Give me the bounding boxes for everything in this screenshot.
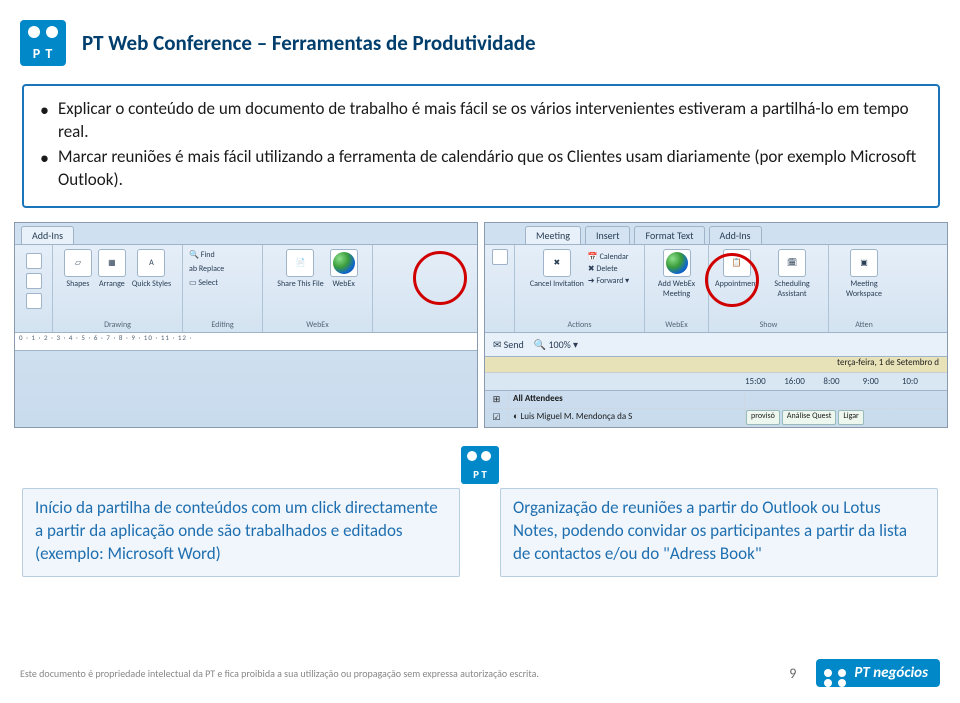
callout-left: Início da partilha de conteúdos com um c… (22, 488, 460, 577)
info-bullet: Marcar reuniões é mais fácil utilizando … (40, 146, 922, 192)
pt-logo-icon (20, 20, 66, 66)
webex-globe-icon (663, 249, 691, 277)
appointment-icon: 📋 (723, 249, 751, 277)
add-webex-button: Add WebEx Meeting (651, 249, 702, 299)
share-file-button: 📄Share This File (277, 249, 323, 289)
generic-icon (26, 293, 42, 309)
quickstyles-button: AQuick Styles (132, 249, 171, 289)
webex-button: WebEx (330, 249, 358, 289)
delete-item: ✖ Delete (588, 264, 629, 274)
webex-globe-icon (330, 249, 358, 277)
footer-disclaimer: Este documento é propriedade intelectual… (20, 667, 539, 680)
chip: Análise Quest (782, 410, 837, 425)
attendee-row: ☑ ◐ Luis Miguel M. Mendonça da S provisó… (485, 409, 947, 427)
info-box: Explicar o conteúdo de um documento de t… (22, 84, 940, 208)
find-item: 🔍 Find (189, 249, 215, 261)
info-bullet: Explicar o conteúdo de um documento de t… (40, 98, 922, 144)
word-ruler: 0 · 1 · 2 · 3 · 4 · 5 · 6 · 7 · 8 · 9 · … (15, 333, 477, 351)
word-screenshot: Add-Ins ▱Shapes ▦Arrange AQuick Styles D… (14, 222, 478, 428)
scheduling-button: 🗓Scheduling Assistant (762, 249, 822, 299)
callout-right: Organização de reuniões a partir do Outl… (500, 488, 938, 577)
cancel-invitation-button: ✖Cancel Invitation (530, 249, 584, 289)
group-label: Actions (567, 320, 591, 330)
share-icon: 📄 (286, 249, 314, 277)
outlook-screenshot: Meeting Insert Format Text Add-Ins ✖Canc… (484, 222, 948, 428)
chip: Ligar (838, 410, 863, 425)
all-attendees-row: ⊞ All Attendees (485, 391, 947, 409)
group-label: Atten (855, 320, 873, 330)
group-label: WebEx (306, 320, 328, 330)
arrange-icon: ▦ (98, 249, 126, 277)
outlook-tabs: Meeting Insert Format Text Add-Ins (485, 223, 947, 245)
word-tabs: Add-Ins (15, 223, 477, 245)
send-button: ✉ Send (493, 338, 524, 351)
add-attendee-row: Click here to add a name (485, 427, 947, 428)
workspace-icon: ▣ (850, 249, 878, 277)
quickstyles-icon: A (137, 249, 165, 277)
forward-item: ➜ Forward ▾ (588, 276, 629, 286)
group-label: WebEx (665, 320, 687, 330)
date-row: terça-feira, 1 de Setembro d (485, 357, 947, 373)
tab-meeting: Meeting (525, 226, 581, 244)
shapes-icon: ▱ (64, 249, 92, 277)
calendar-item: 📅 Calendar (588, 252, 629, 262)
select-item: ▭ Select (189, 277, 218, 289)
time-row: 15:00 16:00 8:00 9:00 10:0 (485, 373, 947, 391)
outlook-ribbon: ✖Cancel Invitation 📅 Calendar ✖ Delete ➜… (485, 245, 947, 333)
appointment-button: 📋Appointment (715, 249, 758, 299)
footer: Este documento é propriedade intelectual… (20, 659, 940, 687)
workspace-button: ▣Meeting Workspace (835, 249, 893, 299)
tab-addins: Add-Ins (21, 226, 74, 244)
scheduling-icon: 🗓 (778, 249, 806, 277)
group-label: Show (760, 320, 778, 330)
shapes-button: ▱Shapes (64, 249, 92, 289)
tab-insert: Insert (585, 226, 631, 244)
generic-icon (26, 273, 42, 289)
group-label: Drawing (104, 320, 131, 330)
group-label: Editing (211, 320, 233, 330)
replace-item: ab Replace (189, 263, 224, 275)
paste-icon (492, 249, 508, 265)
chip: provisó (746, 410, 780, 425)
pt-negocios-logo: PT negócios (816, 659, 940, 687)
pt-mini-logo-icon (461, 446, 499, 484)
page-title: PT Web Conference – Ferramentas de Produ… (82, 30, 536, 56)
cancel-icon: ✖ (543, 249, 571, 277)
page-number: 9 (789, 665, 796, 682)
send-bar: ✉ Send 🔍 100% ▾ (485, 333, 947, 357)
tab-formattext: Format Text (634, 226, 704, 244)
word-ribbon: ▱Shapes ▦Arrange AQuick Styles Drawing 🔍… (15, 245, 477, 333)
arrange-button: ▦Arrange (98, 249, 126, 289)
zoom-dropdown: 🔍 100% ▾ (534, 338, 578, 351)
tab-addins: Add-Ins (709, 226, 762, 244)
generic-icon (26, 253, 42, 269)
